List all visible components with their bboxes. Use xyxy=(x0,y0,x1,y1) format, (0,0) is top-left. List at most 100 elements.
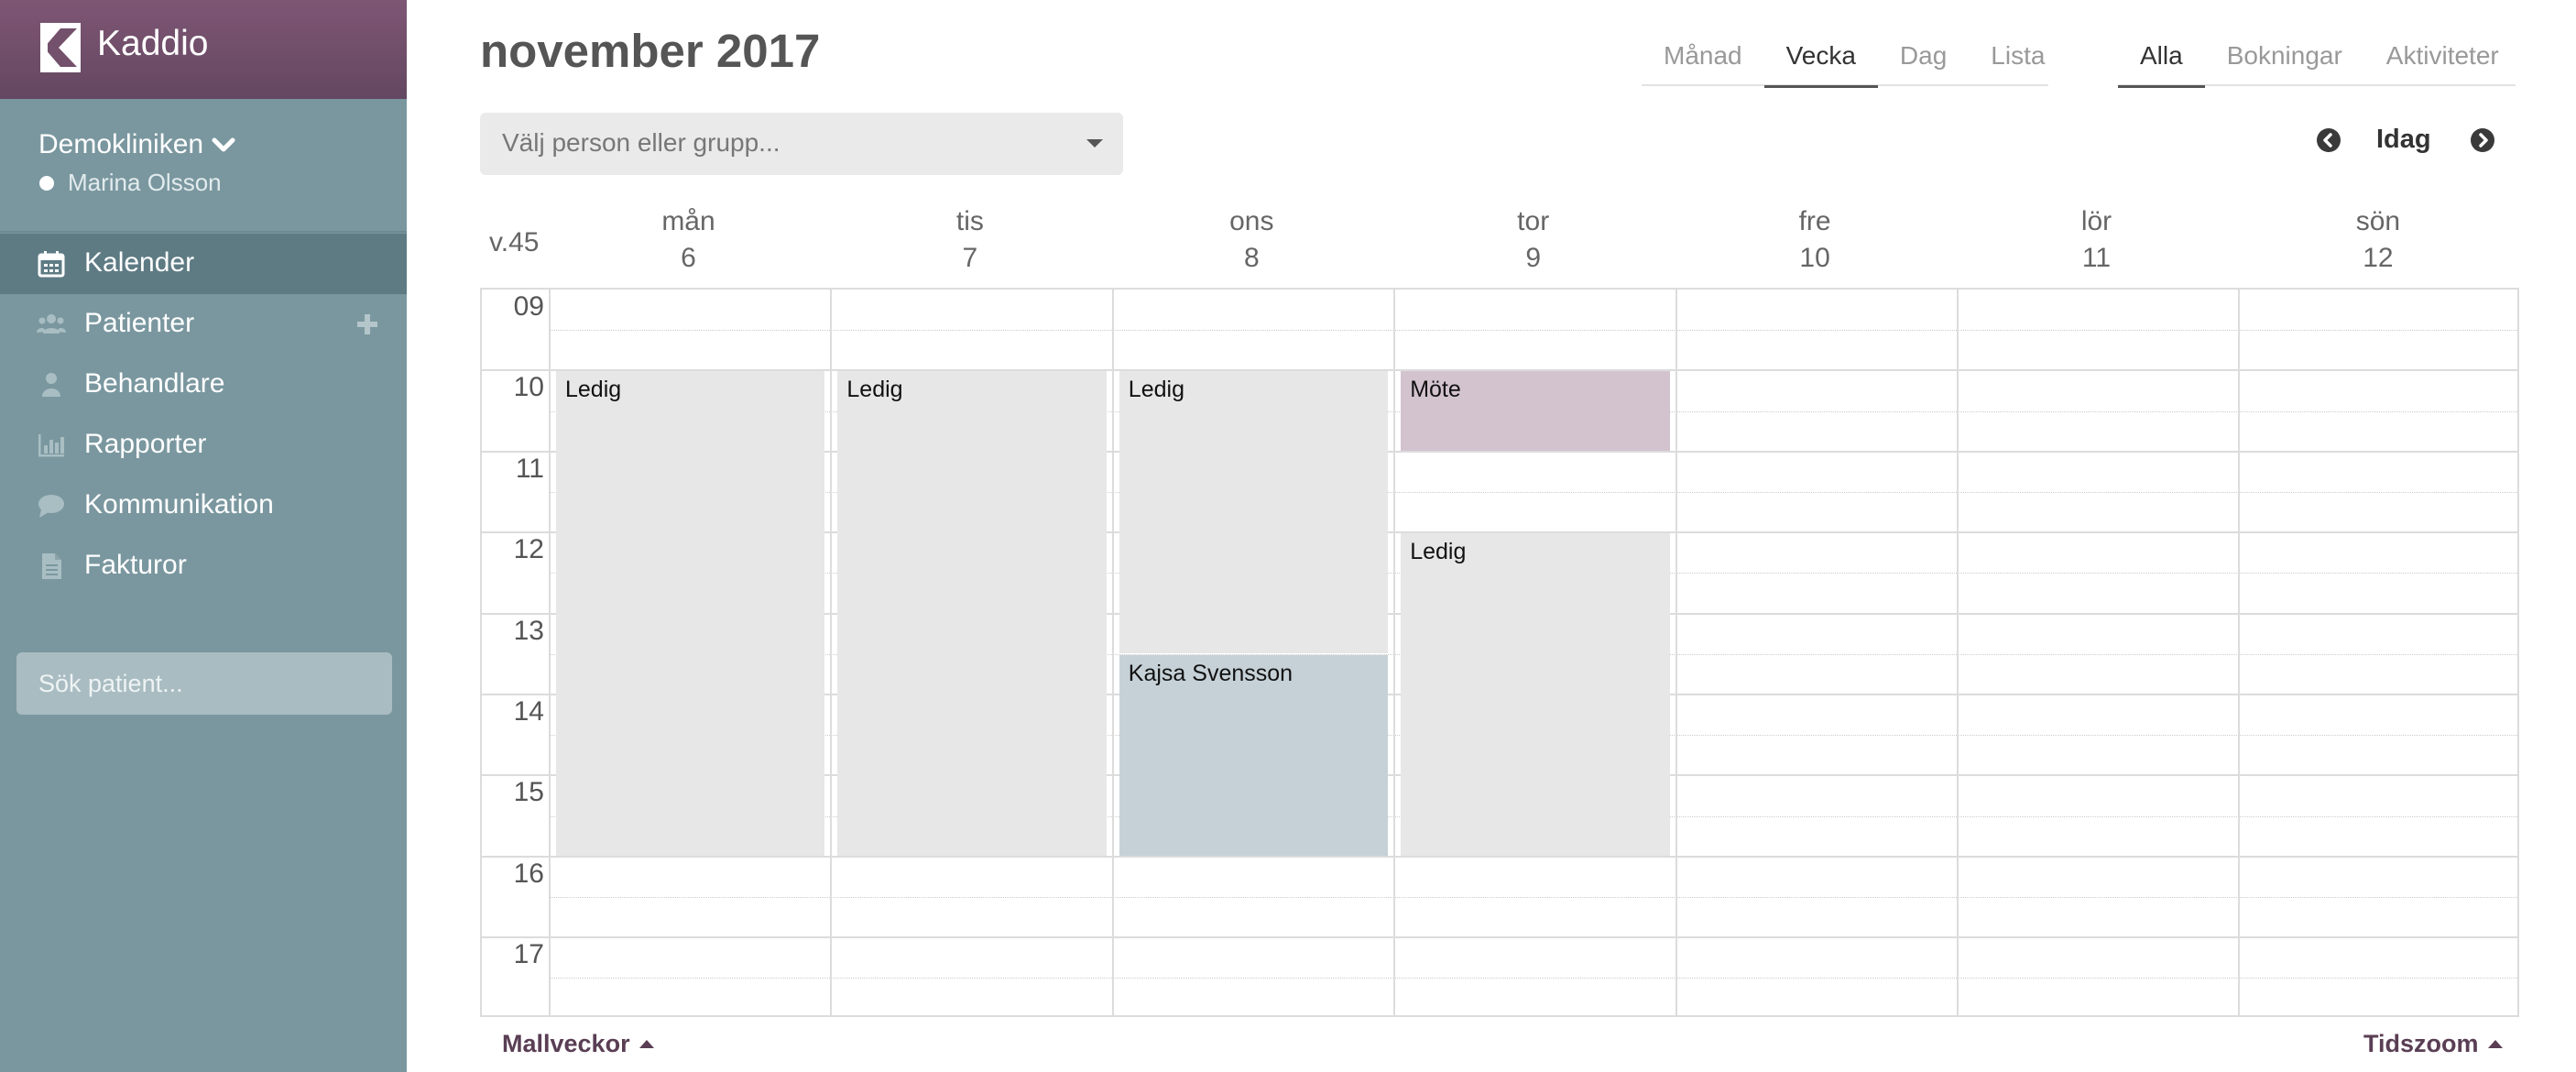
day-name: sön xyxy=(2355,206,2401,236)
day-header-fre[interactable]: fre 10 xyxy=(1675,203,1956,277)
clinic-selector[interactable]: Demokliniken xyxy=(38,129,203,160)
day-column-divider xyxy=(2238,290,2241,1015)
day-column-divider xyxy=(1111,290,1114,1015)
sidebar-item-rapporter[interactable]: Rapporter xyxy=(0,415,407,476)
sidebar-item-label: Fakturor xyxy=(84,550,187,580)
sidebar-item-behandlare[interactable]: Behandlare xyxy=(0,355,407,415)
person-group-select[interactable]: Välj person eller grupp... xyxy=(480,113,1123,175)
caret-up-icon xyxy=(2487,1040,2503,1048)
current-user: Marina Olsson xyxy=(68,169,222,196)
day-name: tor xyxy=(1517,206,1550,236)
time-zoom-toggle[interactable]: Tidszoom xyxy=(2363,1030,2503,1058)
filter-tabs: Alla Bokningar Aktiviteter xyxy=(2118,27,2516,88)
chat-bubble-icon xyxy=(38,495,64,518)
day-date: 12 xyxy=(2363,243,2394,273)
event-title: Ledig xyxy=(846,377,903,403)
chevron-right-circle-icon[interactable] xyxy=(2470,127,2495,153)
day-header-mån[interactable]: mån 6 xyxy=(548,203,829,277)
sidebar-item-label: Rapporter xyxy=(84,429,207,459)
day-column-divider xyxy=(830,290,833,1015)
half-hour-gridline xyxy=(550,897,2517,898)
chevron-down-icon[interactable] xyxy=(211,134,236,156)
hour-label: 13 xyxy=(513,615,544,646)
sidebar-item-kommunikation[interactable]: Kommunikation xyxy=(0,476,407,536)
calendar-event-meeting[interactable]: Möte xyxy=(1401,371,1670,451)
chevron-left-circle-icon[interactable] xyxy=(2316,127,2341,153)
event-title: Ledig xyxy=(565,377,622,403)
sidebar-item-label: Behandlare xyxy=(84,368,225,399)
sidebar-item-kalender[interactable]: Kalender xyxy=(0,234,407,294)
sidebar-item-label: Patienter xyxy=(84,308,195,338)
hour-label: 12 xyxy=(513,534,544,565)
tab-vecka[interactable]: Vecka xyxy=(1763,27,1879,88)
plus-icon[interactable] xyxy=(355,312,379,336)
day-header-tor[interactable]: tor 9 xyxy=(1392,203,1674,277)
app-name: Kaddio xyxy=(97,24,209,63)
brand-header[interactable]: Kaddio xyxy=(0,0,407,99)
day-name: lör xyxy=(2080,206,2112,236)
users-icon xyxy=(37,314,66,334)
caret-down-icon xyxy=(1086,139,1103,148)
day-name: tis xyxy=(955,206,984,236)
template-weeks-toggle[interactable]: Mallveckor xyxy=(502,1030,654,1058)
week-number: v.45 xyxy=(489,227,540,257)
sidebar-item-label: Kommunikation xyxy=(84,489,274,520)
calendar-event-free[interactable]: Ledig xyxy=(556,371,825,856)
hour-label: 11 xyxy=(515,453,544,484)
calendar-event-free[interactable]: Ledig xyxy=(1401,533,1670,856)
day-date: 11 xyxy=(2081,243,2112,273)
event-title: Kajsa Svensson xyxy=(1128,660,1293,686)
bar-chart-icon xyxy=(38,434,64,457)
half-hour-gridline xyxy=(550,330,2517,332)
tab-aktiviteter[interactable]: Aktiviteter xyxy=(2364,27,2521,86)
calendar-event-free[interactable]: Ledig xyxy=(837,371,1107,856)
sidebar-divider xyxy=(0,231,407,233)
week-calendar-grid[interactable]: 09 10 11 12 13 14 15 16 17 Ledig Ledig Ledig Kajsa S… xyxy=(480,288,2519,1017)
kaddio-logo-icon xyxy=(40,23,81,72)
day-date: 7 xyxy=(962,243,978,273)
day-column-divider xyxy=(1393,290,1396,1015)
tab-alla[interactable]: Alla xyxy=(2118,27,2205,88)
event-title: Möte xyxy=(1410,377,1461,403)
tab-lista[interactable]: Lista xyxy=(1969,27,2067,86)
day-date: 10 xyxy=(1799,243,1830,273)
tab-bokningar[interactable]: Bokningar xyxy=(2205,27,2364,86)
user-status-dot xyxy=(39,176,54,191)
template-weeks-label: Mallveckor xyxy=(502,1030,630,1057)
day-name: ons xyxy=(1229,206,1274,236)
day-name: fre xyxy=(1798,206,1831,236)
day-header-ons[interactable]: ons 8 xyxy=(1111,203,1392,277)
day-column-divider xyxy=(549,290,551,1015)
sidebar-item-fakturor[interactable]: Fakturor xyxy=(0,536,407,596)
sidebar-item-label: Kalender xyxy=(84,247,195,278)
page-title: november 2017 xyxy=(480,25,821,77)
day-header-tis[interactable]: tis 7 xyxy=(829,203,1110,277)
patient-search-input[interactable] xyxy=(16,652,392,715)
hour-gridline xyxy=(482,855,2517,858)
calendar-event-free[interactable]: Ledig xyxy=(1119,371,1389,653)
hour-gridline xyxy=(482,936,2517,939)
hour-label: 15 xyxy=(513,777,544,808)
sidebar: Kaddio Demokliniken Marina Olsson Kalend… xyxy=(0,0,407,1072)
tab-dag[interactable]: Dag xyxy=(1878,27,1969,86)
day-date: 9 xyxy=(1525,243,1542,273)
today-button[interactable]: Idag xyxy=(2376,125,2431,155)
time-zoom-label: Tidszoom xyxy=(2363,1030,2479,1057)
sidebar-item-patienter[interactable]: Patienter xyxy=(0,294,407,355)
document-icon xyxy=(42,553,61,579)
hour-label: 09 xyxy=(513,291,544,322)
day-column-divider xyxy=(1675,290,1677,1015)
day-date: 8 xyxy=(1243,243,1260,273)
hour-label: 16 xyxy=(513,858,544,889)
half-hour-gridline xyxy=(550,978,2517,979)
day-name: mån xyxy=(661,206,715,236)
tab-manad[interactable]: Månad xyxy=(1642,27,1764,86)
person-select-placeholder: Välj person eller grupp... xyxy=(502,128,780,157)
day-header-lör[interactable]: lör 11 xyxy=(1956,203,2237,277)
view-tabs: Månad Vecka Dag Lista xyxy=(1642,27,2048,88)
caret-up-icon xyxy=(639,1040,654,1048)
hour-label: 17 xyxy=(513,939,544,970)
day-header-sön[interactable]: sön 12 xyxy=(2237,203,2518,277)
user-icon xyxy=(42,373,60,397)
calendar-event-booking[interactable]: Kajsa Svensson xyxy=(1119,654,1389,856)
